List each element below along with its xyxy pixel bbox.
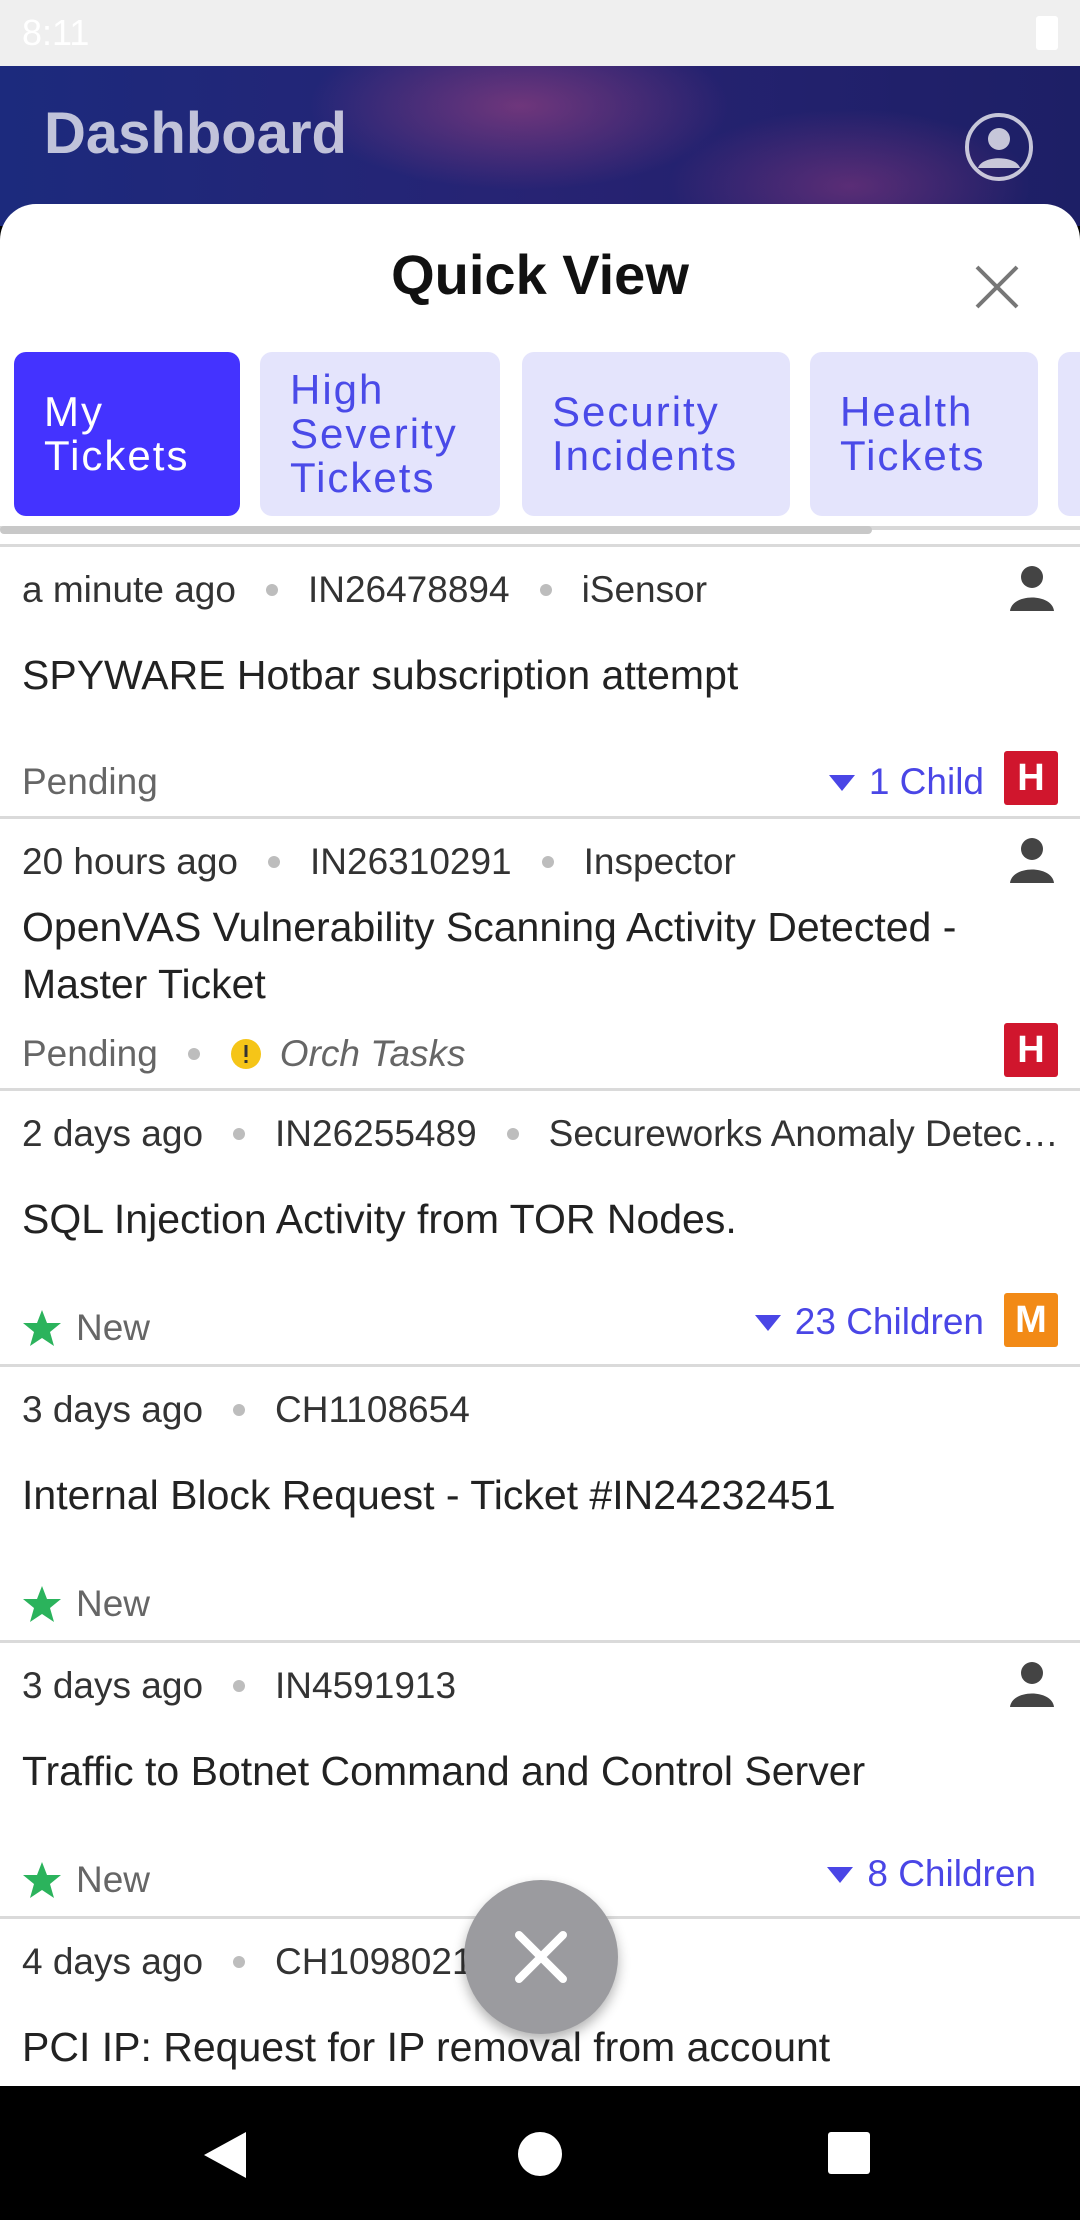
ticket-id: CH1108654: [275, 1389, 470, 1430]
person-icon: [1010, 566, 1054, 611]
ticket-row[interactable]: 3 days ago CH1108654 Internal Block Requ…: [0, 1364, 1080, 1640]
ticket-title: Traffic to Botnet Command and Control Se…: [22, 1748, 866, 1794]
tab-health-tickets[interactable]: Health Tickets: [810, 352, 1038, 516]
children-count: 8 Children: [867, 1853, 1036, 1894]
ticket-source: iSensor: [581, 569, 708, 610]
tab-security-incidents[interactable]: Security Incidents: [522, 352, 790, 516]
sheet-title: Quick View: [391, 243, 689, 306]
system-nav-bar: [0, 2086, 1080, 2220]
separator-dot: [506, 1128, 519, 1140]
ticket-time: 3 days ago: [22, 1665, 204, 1706]
page-title: Dashboard: [44, 101, 347, 166]
ticket-id: IN26478894: [307, 569, 510, 610]
ticket-time: 20 hours ago: [22, 841, 239, 882]
ticket-row[interactable]: 3 days ago IN4591913 Traffic to Botnet C…: [0, 1640, 1080, 1916]
severity-badge: H: [1004, 751, 1058, 805]
ticket-status: New: [76, 1307, 151, 1348]
separator-dot: [539, 584, 552, 596]
tab-my-tickets[interactable]: My Tickets: [14, 352, 240, 516]
warning-icon: [230, 1039, 261, 1069]
ticket-meta: 4 days ago CH1098021: [22, 1941, 473, 1983]
tab-next-partial[interactable]: [1058, 352, 1080, 516]
status-time: 8:11: [22, 12, 90, 53]
separator-dot: [268, 856, 281, 868]
separator-dot: [233, 1404, 246, 1416]
ticket-title: SQL Injection Activity from TOR Nodes.: [22, 1196, 737, 1242]
ticket-row[interactable]: 2 days ago IN26255489 Secureworks Anomal…: [0, 1088, 1080, 1364]
children-count: 23 Children: [794, 1301, 984, 1342]
ticket-id: IN4591913: [275, 1665, 457, 1706]
separator-dot: [265, 584, 278, 596]
expand-triangle-icon: [828, 775, 855, 791]
ticket-row[interactable]: 20 hours ago IN26310291 Inspector OpenVA…: [0, 816, 1080, 1088]
severity-badge: M: [1004, 1293, 1058, 1347]
back-icon[interactable]: [202, 2130, 248, 2180]
ticket-status: New: [76, 1583, 151, 1624]
ticket-source: Inspector: [583, 841, 736, 882]
tab-high-severity-tickets[interactable]: High Severity Tickets: [260, 352, 500, 516]
expand-triangle-icon: [754, 1315, 781, 1331]
quick-view-sheet: Quick View My Tickets High Severity Tick…: [0, 204, 1080, 2086]
separator-dot: [187, 1048, 200, 1060]
star-icon: [23, 1862, 61, 1898]
ticket-id: IN26255489: [275, 1113, 477, 1154]
close-icon[interactable]: [972, 262, 1022, 312]
ticket-title: SPYWARE Hotbar subscription attempt: [22, 652, 739, 698]
separator-dot: [541, 856, 554, 868]
battery-icon: [1036, 16, 1058, 50]
close-icon: [515, 1931, 567, 1983]
children-count: 1 Child: [868, 761, 984, 802]
star-icon: [23, 1586, 61, 1622]
children-toggle[interactable]: 8 Children: [827, 1853, 1036, 1895]
separator-dot: [233, 1128, 246, 1140]
orch-tasks-label: Orch Tasks: [279, 1033, 466, 1074]
ticket-time: 2 days ago: [22, 1113, 204, 1154]
ticket-status-line: New: [22, 1583, 150, 1625]
ticket-time: 4 days ago: [22, 1941, 204, 1982]
star-icon: [23, 1310, 61, 1346]
account-icon[interactable]: [964, 112, 1034, 182]
ticket-meta: 20 hours ago IN26310291 Inspector: [22, 841, 736, 883]
ticket-status-line: Pending Orch Tasks: [22, 1033, 466, 1075]
ticket-meta: 3 days ago IN4591913: [22, 1665, 456, 1707]
ticket-status-line: New: [22, 1859, 150, 1901]
ticket-title: Internal Block Request - Ticket #IN24232…: [22, 1472, 836, 1518]
ticket-time: 3 days ago: [22, 1389, 204, 1430]
ticket-meta: 3 days ago CH1108654: [22, 1389, 470, 1431]
app-header: Dashboard: [0, 66, 1080, 226]
ticket-id: CH1098021: [275, 1941, 473, 1982]
ticket-meta: 2 days ago IN26255489 Secureworks Anomal…: [22, 1113, 1059, 1155]
ticket-meta: a minute ago IN26478894 iSensor: [22, 569, 707, 611]
ticket-id: IN26310291: [310, 841, 512, 882]
ticket-row[interactable]: a minute ago IN26478894 iSensor SPYWARE …: [0, 544, 1080, 816]
tabs-scrollbar[interactable]: [0, 526, 872, 534]
separator-dot: [233, 1680, 246, 1692]
ticket-source: Secureworks Anomaly Detec…: [548, 1113, 1059, 1154]
close-fab-button[interactable]: [464, 1880, 618, 2034]
home-icon[interactable]: [518, 2132, 562, 2176]
ticket-status: New: [76, 1859, 151, 1900]
ticket-status-line: New: [22, 1307, 150, 1349]
filter-tabs: My Tickets High Severity Tickets Securit…: [14, 352, 1080, 520]
expand-triangle-icon: [827, 1867, 854, 1883]
children-toggle[interactable]: 23 Children: [754, 1301, 984, 1343]
person-icon: [1010, 1662, 1054, 1707]
children-toggle[interactable]: 1 Child: [828, 761, 984, 803]
severity-badge: H: [1004, 1023, 1058, 1077]
ticket-status: Pending: [22, 1033, 158, 1074]
ticket-title: OpenVAS Vulnerability Scanning Activity …: [22, 904, 957, 1007]
recents-icon[interactable]: [828, 2132, 870, 2174]
separator-dot: [233, 1956, 246, 1968]
ticket-time: a minute ago: [22, 569, 236, 610]
person-icon: [1010, 838, 1054, 883]
status-bar: 8:11: [0, 0, 1080, 66]
ticket-status: Pending: [22, 761, 158, 802]
